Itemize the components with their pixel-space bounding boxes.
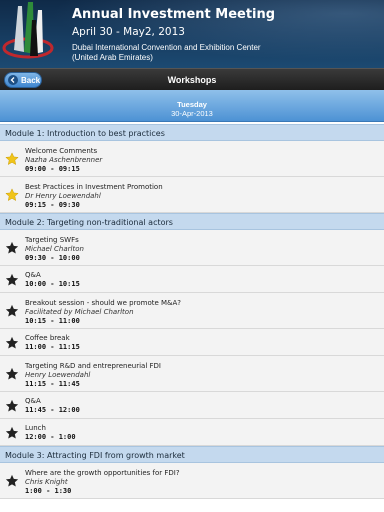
session-item[interactable]: Targeting R&D and entrepreneurial FDI He… (0, 356, 384, 392)
session-item[interactable]: Q&A 10:00 - 10:15 (0, 266, 384, 293)
star-icon[interactable] (5, 273, 19, 287)
session-speaker: Henry Loewendahl (25, 371, 91, 379)
session-item[interactable]: Targeting SWFs Michael Charlton 09:30 - … (0, 230, 384, 266)
module-header: Module 2: Targeting non-traditional acto… (0, 213, 384, 230)
star-icon[interactable] (5, 426, 19, 440)
back-button[interactable]: Back (4, 72, 42, 88)
event-dates: April 30 - May2, 2013 (72, 26, 185, 38)
session-item[interactable]: Lunch 12:00 - 1:00 (0, 419, 384, 446)
star-icon[interactable] (5, 336, 19, 350)
session-title: Targeting SWFs (25, 236, 79, 244)
session-title: Coffee break (25, 334, 70, 342)
session-title: Best Practices in Investment Promotion (25, 183, 163, 191)
session-time: 11:00 - 11:15 (25, 343, 80, 351)
event-logo-icon (2, 2, 54, 59)
star-icon[interactable] (5, 367, 19, 381)
module-header: Module 1: Introduction to best practices (0, 124, 384, 141)
session-title: Where are the growth opportunities for F… (25, 469, 180, 477)
session-time: 09:30 - 10:00 (25, 254, 80, 262)
back-button-label: Back (21, 75, 41, 85)
star-favorite-icon[interactable] (5, 188, 19, 202)
session-speaker: Facilitated by Michael Charlton (25, 308, 134, 316)
day-header: Tuesday 30-Apr-2013 (0, 90, 384, 122)
session-time: 11:15 - 11:45 (25, 380, 80, 388)
navigation-bar: Workshops Back (0, 68, 384, 90)
session-item[interactable]: Coffee break 11:00 - 11:15 (0, 329, 384, 356)
star-icon[interactable] (5, 474, 19, 488)
agenda-list: Module 1: Introduction to best practices… (0, 124, 384, 499)
session-time: 09:15 - 09:30 (25, 201, 80, 209)
session-speaker: Dr Henry Loewendahl (25, 192, 101, 200)
session-time: 1:00 - 1:30 (25, 487, 72, 495)
session-item[interactable]: Breakout session - should we promote M&A… (0, 293, 384, 329)
session-time: 12:00 - 1:00 (25, 433, 76, 441)
day-date: 30-Apr-2013 (171, 109, 213, 118)
event-title: Annual Investment Meeting (72, 7, 276, 22)
session-title: Q&A (25, 271, 41, 279)
session-speaker: Chris Knight (25, 478, 68, 486)
star-icon[interactable] (5, 304, 19, 318)
event-header: Annual Investment Meeting April 30 - May… (0, 0, 384, 68)
page-title: Workshops (167, 75, 217, 85)
module-header: Module 3: Attracting FDI from growth mar… (0, 446, 384, 463)
session-title: Q&A (25, 397, 41, 405)
session-title: Targeting R&D and entrepreneurial FDI (25, 362, 161, 370)
star-icon[interactable] (5, 241, 19, 255)
session-item[interactable]: Where are the growth opportunities for F… (0, 463, 384, 499)
session-title: Lunch (25, 424, 46, 432)
session-time: 11:45 - 12:00 (25, 406, 80, 414)
chevron-left-icon (8, 75, 18, 85)
session-time: 10:15 - 11:00 (25, 317, 80, 325)
session-time: 10:00 - 10:15 (25, 280, 80, 288)
day-name: Tuesday (177, 100, 207, 109)
session-title: Breakout session - should we promote M&A… (25, 299, 182, 307)
session-speaker: Nazha Aschenbrenner (25, 156, 103, 164)
session-time: 09:00 - 09:15 (25, 165, 80, 173)
session-item[interactable]: Q&A 11:45 - 12:00 (0, 392, 384, 419)
session-title: Welcome Comments (25, 147, 98, 155)
session-item[interactable]: Welcome Comments Nazha Aschenbrenner 09:… (0, 141, 384, 177)
session-speaker: Michael Charlton (25, 245, 84, 253)
star-favorite-icon[interactable] (5, 152, 19, 166)
star-icon[interactable] (5, 399, 19, 413)
event-venue: Dubai International Convention and Exhib… (72, 43, 261, 62)
session-item[interactable]: Best Practices in Investment Promotion D… (0, 177, 384, 213)
